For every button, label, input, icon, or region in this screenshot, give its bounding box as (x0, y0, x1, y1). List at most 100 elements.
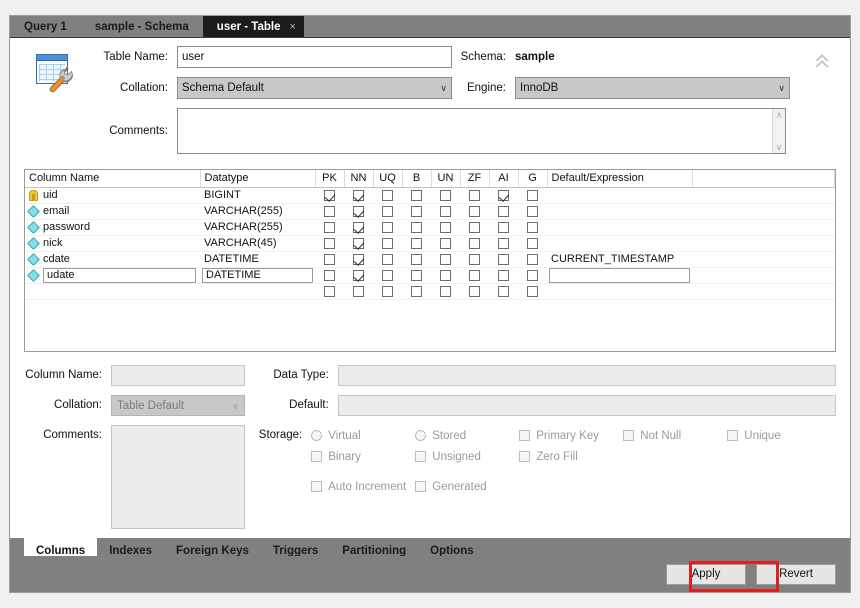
columns-grid[interactable]: Column NameDatatypePKNNUQBUNZFAIGDefault… (24, 169, 836, 352)
checkbox-zf[interactable] (469, 222, 480, 233)
cell-zf[interactable] (460, 187, 489, 203)
checkbox-uq[interactable] (382, 222, 393, 233)
checkbox-pk[interactable] (324, 286, 335, 297)
cell-un[interactable] (431, 203, 460, 219)
cell-zf[interactable] (460, 283, 489, 299)
radio-stored[interactable] (415, 430, 426, 441)
checkbox-g[interactable] (527, 270, 538, 281)
checkbox-b[interactable] (411, 254, 422, 265)
checkbox-ai[interactable] (498, 190, 509, 201)
checkbox-ai[interactable] (498, 206, 509, 217)
cell-column-name[interactable]: uid (25, 187, 200, 203)
checkbox-g[interactable] (527, 222, 538, 233)
checkbox-g[interactable] (527, 254, 538, 265)
cell-column-name[interactable]: email (25, 203, 200, 219)
cell-column-name[interactable] (25, 283, 200, 299)
table-row[interactable] (25, 283, 835, 299)
checkbox-un[interactable] (440, 206, 451, 217)
checkbox-un[interactable] (440, 238, 451, 249)
cell-uq[interactable] (373, 267, 402, 283)
grid-col-header[interactable]: G (518, 170, 547, 187)
grid-col-header[interactable]: Datatype (200, 170, 315, 187)
tab-query-1[interactable]: Query 1 (10, 16, 81, 37)
comments-scrollbar[interactable]: ∧ ∨ (772, 109, 785, 153)
checkbox-primary-key[interactable] (519, 430, 530, 441)
checkbox-pk[interactable] (324, 190, 335, 201)
checkbox-nn[interactable] (353, 238, 364, 249)
cell-zf[interactable] (460, 203, 489, 219)
scroll-down-icon[interactable]: ∨ (776, 143, 783, 151)
checkbox-zf[interactable] (469, 270, 480, 281)
checkbox-nn[interactable] (353, 190, 364, 201)
checkbox-zf[interactable] (469, 206, 480, 217)
cell-g[interactable] (518, 235, 547, 251)
checkbox-un[interactable] (440, 222, 451, 233)
grid-col-header[interactable]: PK (315, 170, 344, 187)
cell-ai[interactable] (489, 251, 518, 267)
checkbox-nn[interactable] (353, 206, 364, 217)
checkbox-nn[interactable] (353, 254, 364, 265)
cell-pk[interactable] (315, 251, 344, 267)
checkbox-uq[interactable] (382, 286, 393, 297)
option-generated[interactable]: Generated (415, 476, 519, 497)
apply-button[interactable]: Apply (666, 564, 746, 585)
cell-nn[interactable] (344, 235, 373, 251)
grid-col-header[interactable]: Default/Expression (547, 170, 692, 187)
checkbox-uq[interactable] (382, 190, 393, 201)
cell-datatype[interactable]: DATETIME (200, 251, 315, 267)
cell-g[interactable] (518, 219, 547, 235)
cell-g[interactable] (518, 283, 547, 299)
checkbox-b[interactable] (411, 270, 422, 281)
cell-g[interactable] (518, 203, 547, 219)
detail-data-type-input[interactable] (338, 365, 836, 386)
checkbox-pk[interactable] (324, 254, 335, 265)
cell-default-expression[interactable] (547, 267, 692, 283)
checkbox-not-null[interactable] (623, 430, 634, 441)
checkbox-ai[interactable] (498, 238, 509, 249)
cell-un[interactable] (431, 187, 460, 203)
checkbox-un[interactable] (440, 270, 451, 281)
table-name-input[interactable]: user (177, 46, 452, 68)
checkbox-nn[interactable] (353, 270, 364, 281)
scroll-up-icon[interactable]: ∧ (776, 111, 783, 119)
checkbox-b[interactable] (411, 190, 422, 201)
grid-col-header[interactable]: Column Name (25, 170, 200, 187)
checkbox-pk[interactable] (324, 270, 335, 281)
checkbox-pk[interactable] (324, 206, 335, 217)
checkbox-uq[interactable] (382, 254, 393, 265)
cell-b[interactable] (402, 283, 431, 299)
checkbox-g[interactable] (527, 206, 538, 217)
cell-default-expression[interactable] (547, 219, 692, 235)
detail-column-name-input[interactable] (111, 365, 245, 386)
cell-datatype[interactable]: VARCHAR(45) (200, 235, 315, 251)
collation-select[interactable]: Schema Default ∨ (177, 77, 452, 99)
detail-collation-select[interactable]: Table Default ∨ (111, 395, 245, 416)
cell-column-name[interactable]: cdate (25, 251, 200, 267)
cell-nn[interactable] (344, 251, 373, 267)
checkbox-nn[interactable] (353, 286, 364, 297)
checkbox-g[interactable] (527, 286, 538, 297)
checkbox-un[interactable] (440, 190, 451, 201)
checkbox-zf[interactable] (469, 286, 480, 297)
collapse-header-button[interactable] (808, 46, 836, 163)
checkbox-g[interactable] (527, 190, 538, 201)
cell-g[interactable] (518, 187, 547, 203)
checkbox-auto-increment[interactable] (311, 481, 322, 492)
grid-col-header[interactable]: UQ (373, 170, 402, 187)
cell-column-name[interactable]: password (25, 219, 200, 235)
cell-zf[interactable] (460, 219, 489, 235)
cell-un[interactable] (431, 267, 460, 283)
cell-b[interactable] (402, 219, 431, 235)
cell-default-expression[interactable] (547, 283, 692, 299)
cell-g[interactable] (518, 251, 547, 267)
column-name-edit-input[interactable]: udate (43, 268, 196, 283)
option-auto-increment[interactable]: Auto Increment (311, 476, 415, 497)
table-row[interactable]: uidBIGINT (25, 187, 835, 203)
cell-ai[interactable] (489, 219, 518, 235)
option-virtual[interactable]: Virtual (311, 425, 415, 446)
cell-uq[interactable] (373, 187, 402, 203)
grid-col-header[interactable]: NN (344, 170, 373, 187)
checkbox-unsigned[interactable] (415, 451, 426, 462)
cell-pk[interactable] (315, 203, 344, 219)
checkbox-ai[interactable] (498, 254, 509, 265)
